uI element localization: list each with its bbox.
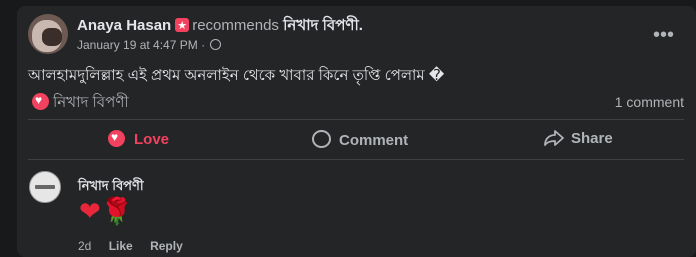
author-avatar[interactable]	[28, 14, 68, 54]
love-button[interactable]: Love	[108, 130, 169, 150]
post-text: আলহামদুলিল্লাহ এই প্রথম অনলাইন থেকে খাবা…	[28, 67, 445, 84]
comment-button[interactable]: Comment	[312, 130, 408, 150]
comment-emojis: ❤🌹	[79, 196, 133, 227]
share-button[interactable]: Share	[544, 130, 613, 150]
comment-like-button[interactable]: Like	[109, 239, 133, 253]
more-icon[interactable]: •••	[653, 24, 674, 47]
recommends-text: recommends	[192, 17, 279, 34]
post-timestamp[interactable]: January 19 at 4:47 PM	[77, 38, 198, 52]
post-card: Anaya Hasan recommends নিখাদ বিপণী. Janua…	[17, 6, 696, 257]
heart-emoji: ❤	[79, 196, 101, 226]
share-label: Share	[571, 130, 613, 147]
post-header: Anaya Hasan recommends নিখাদ বিপণী.	[77, 17, 363, 35]
divider	[28, 119, 684, 120]
rose-emoji: 🌹	[100, 196, 134, 226]
heart-icon	[108, 130, 125, 147]
comment-reply-button[interactable]: Reply	[150, 239, 183, 253]
comment-time[interactable]: 2d	[78, 239, 91, 253]
recommendation-label: নিখাদ বিপণী	[53, 94, 129, 111]
avatar-logo	[35, 185, 55, 189]
meta-dot: ·	[201, 38, 206, 52]
comment-count[interactable]: 1 comment	[615, 94, 684, 110]
globe-icon	[210, 39, 222, 50]
page-name-link[interactable]: নিখাদ বিপণী.	[283, 17, 363, 34]
recommendation-row[interactable]: নিখাদ বিপণী	[32, 91, 129, 116]
author-name[interactable]: Anaya Hasan	[77, 17, 171, 34]
recommend-star-icon	[175, 17, 190, 35]
comment-label: Comment	[339, 132, 409, 149]
heart-icon	[32, 93, 49, 110]
comment-icon	[312, 130, 331, 148]
comment-actions: 2d Like Reply	[78, 239, 197, 253]
post-meta: January 19 at 4:47 PM ·	[77, 38, 222, 52]
love-label: Love	[134, 131, 170, 148]
divider	[28, 159, 684, 160]
share-icon	[544, 130, 564, 146]
commenter-name[interactable]: নিখাদ বিপণী	[78, 177, 144, 198]
avatar-hand	[42, 28, 62, 46]
commenter-avatar[interactable]	[29, 171, 61, 203]
